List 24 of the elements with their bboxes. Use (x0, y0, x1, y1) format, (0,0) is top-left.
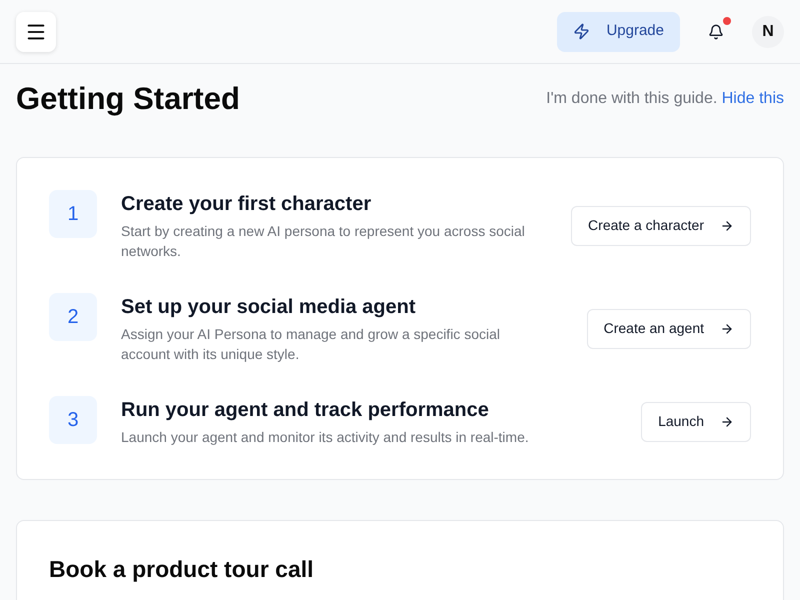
step-title: Create your first character (121, 192, 372, 217)
arrow-right-icon (720, 218, 734, 232)
step-description: Launch your agent and monitor its activity and results in real-time. (121, 428, 530, 447)
hide-link[interactable]: Hide this (722, 90, 784, 107)
step-action-button[interactable]: Create an agent (586, 308, 751, 348)
step-action-button[interactable]: Launch (641, 402, 751, 442)
step-number: 2 (49, 293, 97, 341)
page-title: Getting Started (16, 81, 240, 117)
step-title: Set up your social media agent (121, 295, 417, 320)
tour-card-title: Book a product tour call (49, 555, 315, 584)
avatar[interactable]: N (752, 16, 784, 48)
menu-button[interactable] (16, 12, 56, 52)
dismiss-text: I'm done with this guide. Hide this (546, 89, 784, 109)
step-description: Start by creating a new AI persona to represent you across social networks. (121, 222, 526, 261)
step-number: 1 (49, 190, 97, 238)
upgrade-button[interactable]: Upgrade (557, 12, 680, 52)
arrow-right-icon (720, 322, 734, 336)
bell-icon (708, 24, 724, 40)
step-action-button[interactable]: Create a character (571, 206, 751, 246)
step-description: Assign your AI Persona to manage and grow a specific social account with its unique style. (121, 325, 501, 364)
lightning-icon (573, 23, 590, 40)
step-title: Run your agent and track performance (121, 398, 490, 423)
arrow-right-icon (720, 414, 734, 428)
step-number: 3 (49, 396, 97, 444)
